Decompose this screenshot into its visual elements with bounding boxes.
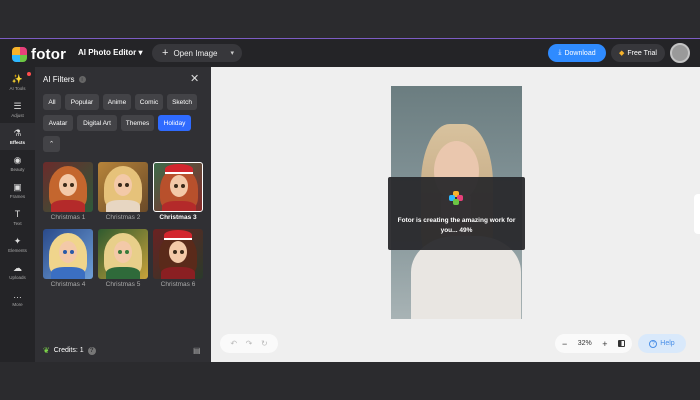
rail-item-uploads[interactable]: ☁ Uploads xyxy=(0,258,35,285)
filter-label: Christmas 2 xyxy=(105,214,141,221)
redo-icon[interactable]: ↷ xyxy=(246,339,253,348)
tool-rail: ✨ AI Tools ☰ Adjust ⚗ Effects ◉ Beauty ▣… xyxy=(0,67,35,362)
frame-icon: ▣ xyxy=(13,182,22,192)
plus-icon: + xyxy=(162,47,169,59)
free-trial-button[interactable]: ◆ Free Trial xyxy=(611,44,665,62)
leaf-icon: ❦ xyxy=(43,346,50,355)
open-image-button[interactable]: + Open Image ▾ xyxy=(152,44,242,62)
download-icon: ⤓ xyxy=(558,49,562,56)
flask-icon: ⚗ xyxy=(13,128,22,138)
category-chip-digital-art[interactable]: Digital Art xyxy=(77,115,117,131)
filter-thumb-christmas-2[interactable] xyxy=(98,162,148,212)
undo-icon[interactable]: ↶ xyxy=(230,339,237,348)
rail-item-effects[interactable]: ⚗ Effects xyxy=(0,123,35,150)
filter-thumb-christmas-4[interactable] xyxy=(43,229,93,279)
category-chip-sketch[interactable]: Sketch xyxy=(167,94,197,110)
user-avatar[interactable] xyxy=(670,43,690,63)
rail-item-elements[interactable]: ✦ Elements xyxy=(0,231,35,258)
rail-item-label: More xyxy=(12,302,23,307)
fotor-logo[interactable]: fotor xyxy=(12,46,66,63)
zoom-out-button[interactable]: − xyxy=(562,339,567,349)
reset-icon[interactable]: ↻ xyxy=(261,339,268,348)
rail-item-ai-tools[interactable]: ✨ AI Tools xyxy=(0,69,35,96)
help-icon[interactable]: ? xyxy=(87,346,96,355)
download-button[interactable]: ⤓ Download xyxy=(548,44,606,62)
more-icon: … xyxy=(13,290,22,300)
rail-item-more[interactable]: … More xyxy=(0,285,35,312)
zoom-controls: − 32% + xyxy=(555,334,632,353)
progress-message: Fotor is creating the amazing work for y… xyxy=(397,217,516,234)
rail-item-frames[interactable]: ▣ Frames xyxy=(0,177,35,204)
help-circle-icon: ? xyxy=(649,339,658,348)
eye-icon: ◉ xyxy=(13,155,22,165)
history-controls: ↶ ↷ ↻ xyxy=(220,334,278,353)
category-chip-all[interactable]: All xyxy=(43,94,61,110)
text-icon: T xyxy=(14,209,21,219)
filter-label: Christmas 6 xyxy=(160,281,196,288)
top-bar: fotor AI Photo Editor ▾ + Open Image ▾ ⤓… xyxy=(0,38,700,67)
rail-item-label: Adjust xyxy=(11,113,24,118)
collapse-categories-button[interactable]: ⌃ xyxy=(43,136,60,152)
filter-thumb-christmas-1[interactable] xyxy=(43,162,93,212)
free-trial-label: Free Trial xyxy=(627,49,657,57)
rail-item-text[interactable]: T Text xyxy=(0,204,35,231)
help-label: Help xyxy=(660,340,675,347)
filter-thumb-christmas-5[interactable] xyxy=(98,229,148,279)
collapse-panel-icon[interactable]: ▤ xyxy=(193,346,201,355)
compare-icon[interactable] xyxy=(618,340,625,347)
loading-spinner-icon xyxy=(449,191,463,205)
panel-title: AI Filters i xyxy=(43,75,86,84)
progress-overlay: Fotor is creating the amazing work for y… xyxy=(388,177,525,250)
chevron-down-icon[interactable]: ▾ xyxy=(230,49,234,57)
editor-mode-dropdown[interactable]: AI Photo Editor ▾ xyxy=(78,48,142,57)
rail-item-label: Elements xyxy=(8,248,27,253)
credits-display: ❦ Credits: 1 ? xyxy=(43,346,96,355)
rail-item-label: Frames xyxy=(9,194,26,199)
filter-label-selected: Christmas 3 xyxy=(159,214,197,221)
rail-item-label: Effects xyxy=(9,140,25,145)
shapes-icon: ✦ xyxy=(13,236,22,246)
rail-item-adjust[interactable]: ☰ Adjust xyxy=(0,96,35,123)
category-chip-comic[interactable]: Comic xyxy=(135,94,163,110)
rail-item-label: Beauty xyxy=(10,167,25,172)
rail-item-label: AI Tools xyxy=(9,86,26,91)
open-image-label: Open Image xyxy=(173,48,218,58)
category-chip-avatar[interactable]: Avatar xyxy=(43,115,73,131)
category-chip-anime[interactable]: Anime xyxy=(103,94,131,110)
logo-text: fotor xyxy=(31,46,67,63)
side-panel-handle[interactable] xyxy=(694,194,700,234)
app-window: fotor AI Photo Editor ▾ + Open Image ▾ ⤓… xyxy=(0,38,700,362)
rail-item-label: Text xyxy=(13,221,22,226)
panel-title-text: AI Filters xyxy=(43,75,75,84)
zoom-level: 32% xyxy=(577,340,592,347)
filter-label: Christmas 4 xyxy=(50,281,86,288)
rail-item-beauty[interactable]: ◉ Beauty xyxy=(0,150,35,177)
download-label: Download xyxy=(564,49,596,57)
category-chip-holiday[interactable]: Holiday xyxy=(158,115,191,131)
info-icon[interactable]: i xyxy=(78,76,86,83)
zoom-in-button[interactable]: + xyxy=(602,339,607,349)
filter-thumb-christmas-3[interactable] xyxy=(153,162,203,212)
filter-label: Christmas 1 xyxy=(50,214,86,221)
fotor-logo-icon xyxy=(12,47,27,62)
diamond-icon: ◆ xyxy=(619,50,625,57)
filter-thumb-christmas-6[interactable] xyxy=(153,229,203,279)
help-button[interactable]: ? Help xyxy=(638,334,686,353)
magic-wand-icon: ✨ xyxy=(11,74,24,84)
rail-item-label: Uploads xyxy=(9,275,26,280)
notification-dot xyxy=(27,72,31,76)
credits-text: Credits: 1 xyxy=(53,347,84,354)
category-chip-popular[interactable]: Popular xyxy=(65,94,99,110)
cloud-upload-icon: ☁ xyxy=(13,263,22,273)
close-icon[interactable]: ✕ xyxy=(190,72,199,85)
category-chip-themes[interactable]: Themes xyxy=(121,115,154,131)
ai-filters-panel: AI Filters i ✕ All Popular Anime Comic S… xyxy=(35,67,211,362)
sliders-icon: ☰ xyxy=(13,101,22,111)
filter-label: Christmas 5 xyxy=(105,281,141,288)
